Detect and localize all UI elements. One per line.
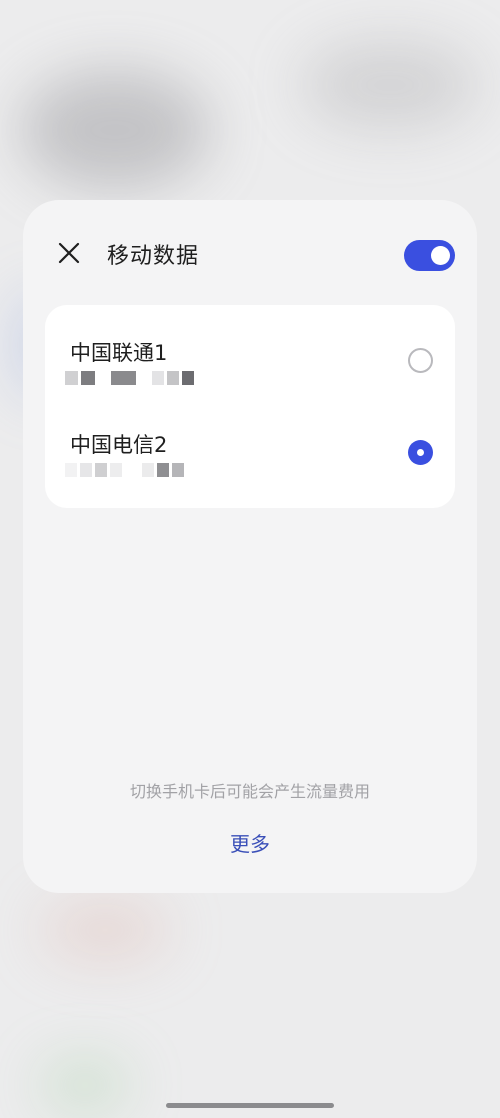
home-indicator[interactable] bbox=[166, 1103, 334, 1108]
sim-list: 中国联通1 中国电信2 bbox=[45, 305, 455, 508]
sim-name: 中国电信2 bbox=[70, 433, 168, 457]
close-icon bbox=[58, 242, 80, 264]
sheet-title: 移动数据 bbox=[107, 244, 200, 269]
toggle-knob bbox=[431, 246, 450, 265]
sim-item-1[interactable]: 中国联通1 bbox=[45, 313, 455, 405]
sim-name: 中国联通1 bbox=[70, 341, 168, 365]
background-blur bbox=[40, 1060, 130, 1110]
sim-item-2[interactable]: 中国电信2 bbox=[45, 405, 455, 497]
close-button[interactable] bbox=[57, 241, 81, 265]
background-blur bbox=[40, 900, 170, 960]
mobile-data-toggle[interactable] bbox=[404, 240, 455, 271]
background-blur bbox=[300, 40, 480, 130]
sim-radio-selected[interactable] bbox=[408, 440, 433, 465]
sim-radio-unselected[interactable] bbox=[408, 348, 433, 373]
mobile-data-sheet: 移动数据 中国联通1 中国电信2 切换手机卡后可能会产生流量费用 更多 bbox=[23, 200, 477, 893]
data-fee-hint: 切换手机卡后可能会产生流量费用 bbox=[129, 782, 370, 801]
more-button[interactable]: 更多 bbox=[200, 828, 300, 857]
background-blur bbox=[20, 70, 210, 190]
sim-number-redacted bbox=[65, 371, 205, 387]
sim-number-redacted bbox=[65, 463, 205, 479]
